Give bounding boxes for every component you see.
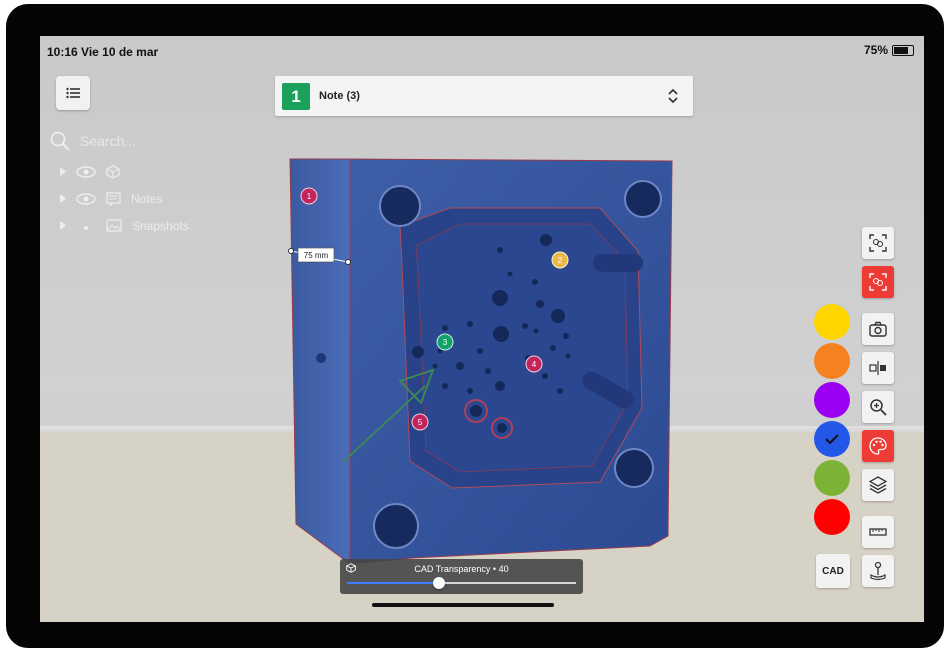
layers-button[interactable] (862, 469, 894, 501)
anchor-icon (870, 561, 886, 581)
tablet-frame: 10:16 Vie 10 de mar 75% 1 Note (3) Searc… (6, 4, 944, 648)
camera-icon (869, 321, 887, 337)
scan-active-button[interactable] (862, 266, 894, 298)
color-swatch[interactable] (814, 382, 850, 418)
note-marker-4[interactable]: 4 (525, 355, 543, 373)
color-swatch[interactable] (814, 343, 850, 379)
anchor-button[interactable] (862, 555, 894, 587)
palette-icon (869, 437, 887, 455)
mold-model[interactable]: 75 mm 1 2 3 4 5 (40, 36, 924, 622)
scan-icon (869, 234, 887, 252)
marker-number: 4 (532, 360, 537, 369)
scan-button[interactable] (862, 227, 894, 259)
marker-number: 1 (307, 192, 312, 201)
cad-transparency-label: CAD Transparency • 40 (414, 564, 509, 574)
color-swatch[interactable] (814, 460, 850, 496)
cad-toggle-button[interactable]: CAD (816, 554, 850, 588)
slider-knob[interactable] (432, 577, 445, 589)
scan-active-icon (869, 273, 887, 291)
cad-transparency-panel: CAD Transparency • 40 (340, 559, 583, 594)
note-marker-3[interactable]: 3 (436, 333, 454, 351)
note-marker-1[interactable]: 1 (300, 187, 318, 205)
cad-transparency-slider[interactable] (347, 577, 576, 589)
ruler-icon (869, 528, 887, 536)
camera-button[interactable] (862, 313, 894, 345)
check-icon (825, 434, 839, 445)
note-marker-5[interactable]: 5 (411, 413, 429, 431)
note-marker-2[interactable]: 2 (551, 251, 569, 269)
ar-viewport[interactable]: 10:16 Vie 10 de mar 75% 1 Note (3) Searc… (40, 36, 924, 622)
color-swatch[interactable] (814, 304, 850, 340)
zoom-in-icon (870, 399, 887, 416)
ruler-button[interactable] (862, 516, 894, 548)
color-swatch[interactable] (814, 499, 850, 535)
marker-number: 5 (418, 418, 423, 427)
compare-icon (869, 361, 886, 375)
slider-fill (347, 582, 439, 584)
palette-button[interactable] (862, 430, 894, 462)
measurement-label: 75 mm (304, 251, 329, 260)
home-indicator (372, 603, 554, 607)
zoom-in-button[interactable] (862, 391, 894, 423)
color-swatch[interactable] (814, 421, 850, 457)
marker-number: 3 (443, 338, 448, 347)
layers-icon (869, 476, 887, 494)
compare-button[interactable] (862, 352, 894, 384)
marker-number: 2 (558, 256, 563, 265)
